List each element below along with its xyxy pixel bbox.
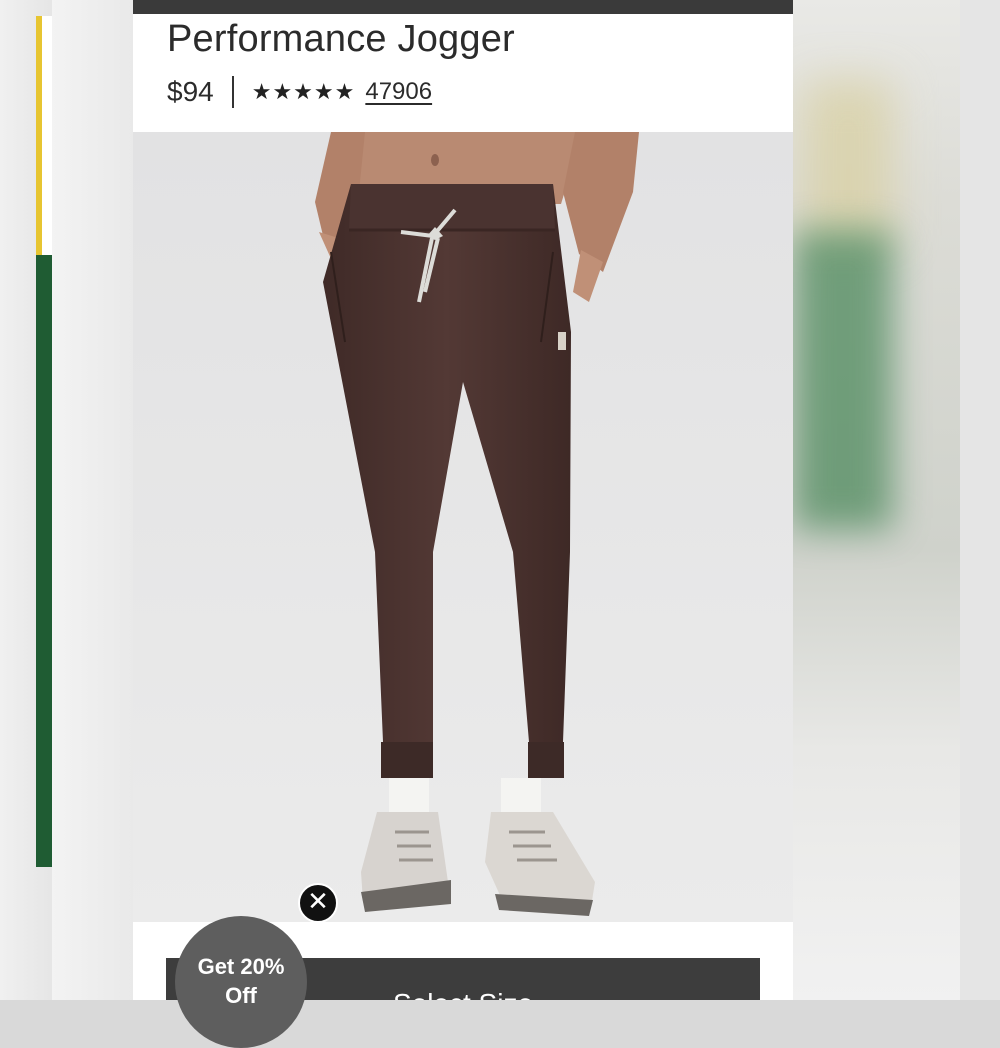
review-count-link[interactable]: 47906 <box>365 78 432 106</box>
blurred-background-left <box>0 0 133 1000</box>
product-page: Performance Jogger $94 ★★★★★ 47906 ✕ <box>133 0 793 1000</box>
blurred-background-right <box>793 0 1000 1000</box>
product-image[interactable] <box>133 132 793 922</box>
promo-line-1: Get 20% <box>197 954 285 979</box>
product-price: $94 <box>167 76 214 107</box>
jogger-illustration <box>133 132 793 922</box>
promo-line-2: Off <box>225 983 257 1008</box>
promo-discount-badge[interactable]: Get 20% Off <box>175 916 307 1048</box>
rating-stars-icon: ★★★★★ <box>251 79 356 104</box>
divider <box>231 76 234 108</box>
top-bar <box>133 0 793 14</box>
blurred-green-shape <box>793 230 893 530</box>
blurred-yellow-shape <box>803 80 893 250</box>
blurred-card <box>36 16 52 256</box>
select-size-label: Select Size <box>393 988 533 1000</box>
blurred-edge <box>960 0 1000 1000</box>
price-rating-row: $94 ★★★★★ 47906 <box>167 72 432 112</box>
close-icon[interactable]: ✕ <box>298 883 338 923</box>
blurred-gray-panel <box>52 0 133 1000</box>
product-title: Performance Jogger <box>167 18 515 60</box>
blurred-green-panel <box>36 255 52 867</box>
